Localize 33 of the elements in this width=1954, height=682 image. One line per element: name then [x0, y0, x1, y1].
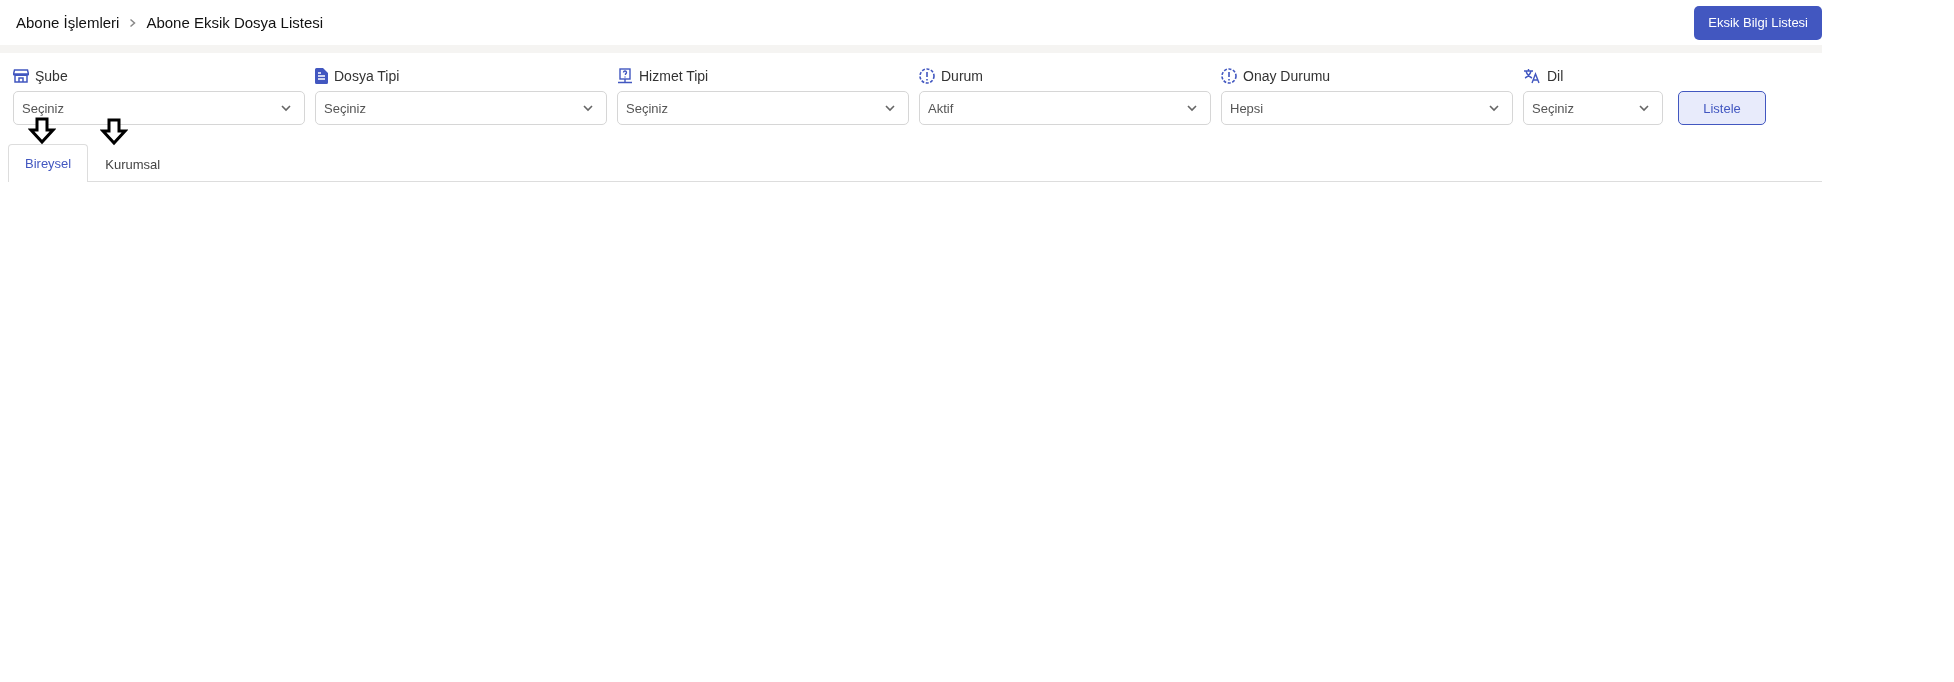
- dropdown-field[interactable]: Aktif: [919, 91, 1211, 125]
- down-arrow-icon: [28, 117, 56, 145]
- monitor-question-icon: [617, 68, 633, 84]
- filter-label: Durum: [941, 68, 983, 84]
- dropdown-field[interactable]: Seçiniz: [617, 91, 909, 125]
- translate-icon: [1523, 68, 1541, 84]
- breadcrumb-link[interactable]: Abone İşlemleri: [16, 14, 120, 31]
- dropdown-field[interactable]: Hepsi: [1221, 91, 1513, 125]
- chevron-down-icon: [280, 104, 292, 112]
- missing-info-list-button[interactable]: Eksik Bilgi Listesi: [1694, 5, 1822, 40]
- alert-circle-icon: [1221, 68, 1237, 84]
- filter-label: Dil: [1547, 68, 1564, 84]
- tab[interactable]: Kurumsal: [88, 145, 178, 182]
- alert-circle-icon: [919, 68, 935, 84]
- chevron-down-icon: [1638, 104, 1650, 112]
- filter-label: Dosya Tipi: [334, 68, 400, 84]
- chevron-right-icon: [129, 17, 137, 28]
- chevron-down-icon: [884, 104, 896, 112]
- chevron-down-icon: [1488, 104, 1500, 112]
- dropdown-field[interactable]: Seçiniz: [1523, 91, 1663, 125]
- document-icon: [315, 68, 328, 84]
- down-arrow-icon: [100, 118, 129, 146]
- list-button[interactable]: Listele: [1678, 91, 1766, 125]
- chevron-down-icon: [1186, 104, 1198, 112]
- store-icon: [13, 68, 29, 84]
- dropdown-field[interactable]: Seçiniz: [315, 91, 607, 125]
- page-title: Abone Eksik Dosya Listesi: [146, 14, 324, 31]
- chevron-down-icon: [582, 104, 594, 112]
- tab[interactable]: Bireysel: [8, 144, 89, 182]
- filter-label: Şube: [35, 68, 68, 84]
- filter-label: Hizmet Tipi: [639, 68, 709, 84]
- filter-label: Onay Durumu: [1243, 68, 1331, 84]
- dropdown-field[interactable]: Seçiniz: [13, 91, 305, 125]
